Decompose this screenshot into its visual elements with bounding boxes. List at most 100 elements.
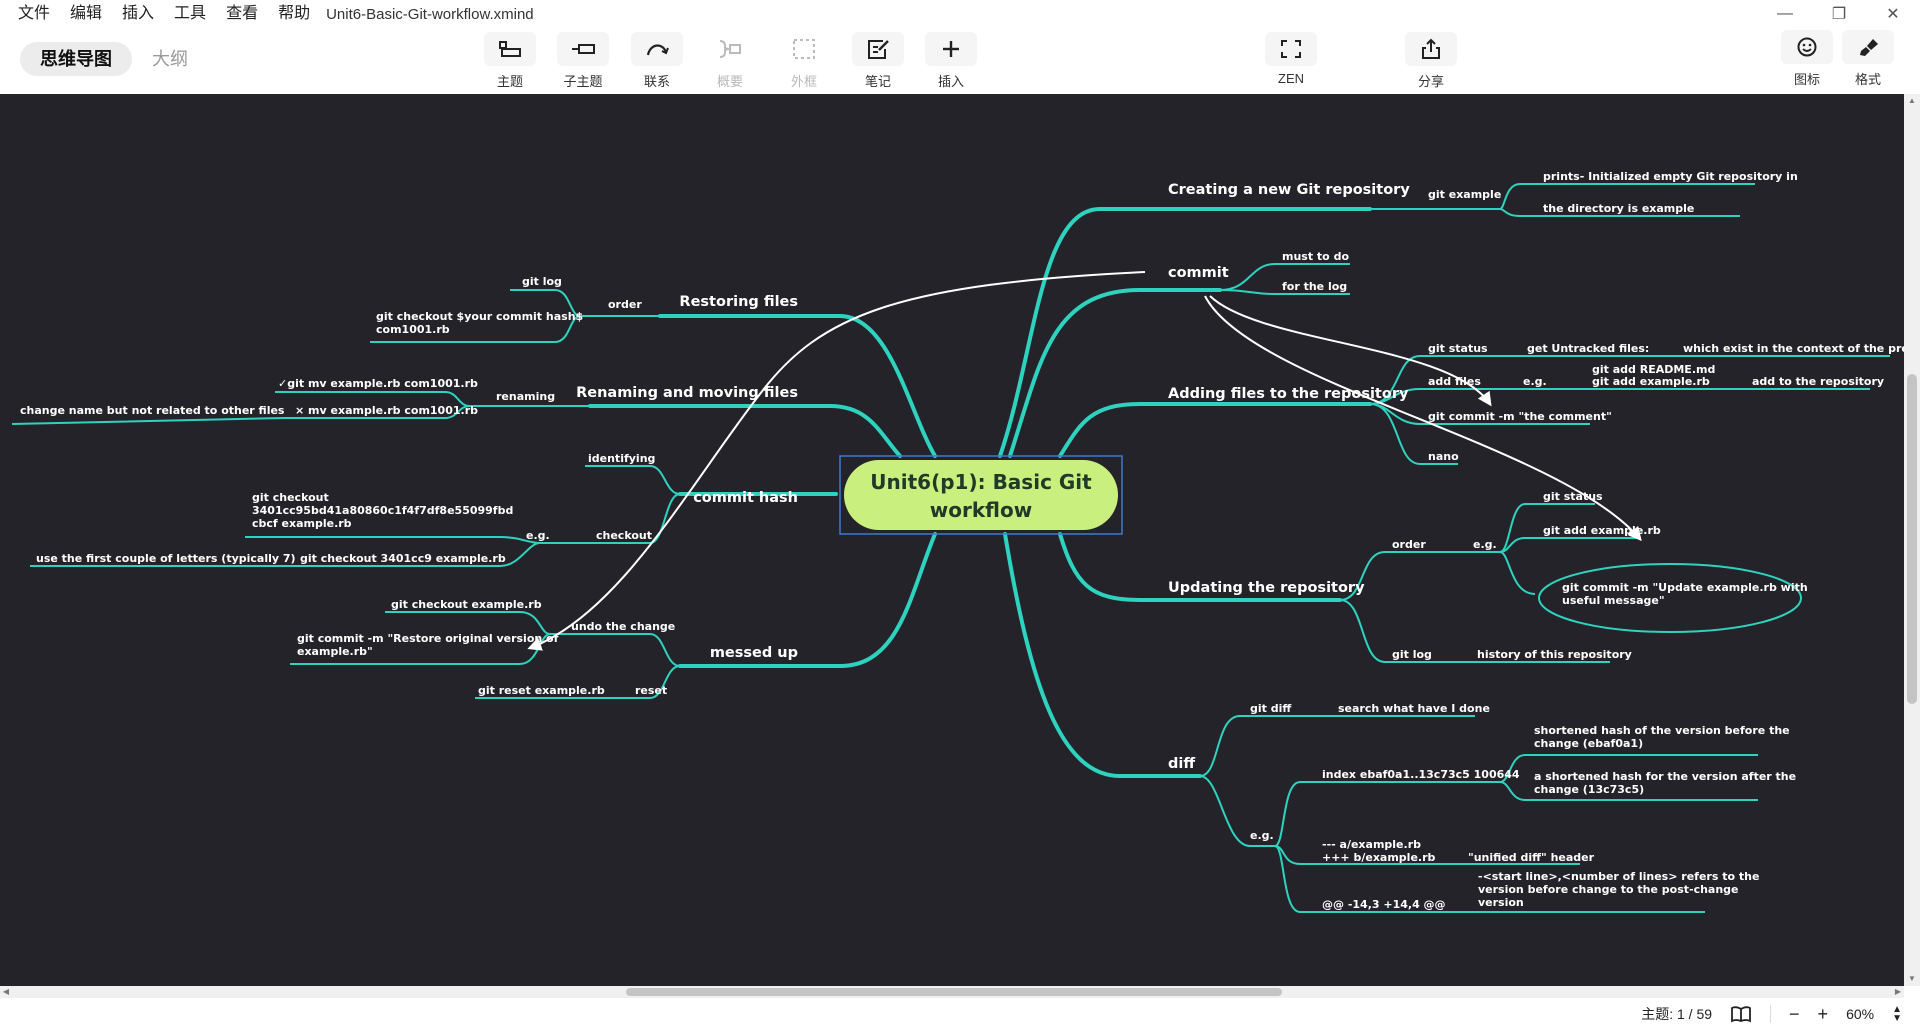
zoom-in-icon[interactable]: +	[1818, 1004, 1829, 1025]
node-git-status[interactable]: git status	[1428, 342, 1488, 355]
node-hash-long2[interactable]: 3401cc95bd41a80860c1f4f7df8e55099fbd	[252, 504, 513, 517]
vertical-scroll-thumb[interactable]	[1907, 374, 1917, 704]
node-reset-cmd[interactable]: git reset example.rb	[478, 684, 605, 697]
mindmap-canvas[interactable]: Unit6(p1): Basic Git workflow Creating a…	[0, 94, 1904, 986]
zoom-level[interactable]: 60%	[1846, 1006, 1874, 1022]
topic-commit-hash[interactable]: commit hash	[693, 490, 798, 506]
scroll-up-icon[interactable]: ▲	[1904, 94, 1920, 108]
menu-help[interactable]: 帮助	[268, 0, 320, 28]
node-index-after1[interactable]: a shortened hash for the version after t…	[1534, 770, 1796, 783]
topic-commit[interactable]: commit	[1168, 265, 1229, 281]
menu-edit[interactable]: 编辑	[60, 0, 112, 28]
note-button[interactable]: 笔记	[847, 32, 909, 94]
node-add-note[interactable]: add to the repository	[1752, 375, 1884, 388]
node-rename-good[interactable]: ✓git mv example.rb com1001.rb	[278, 377, 478, 390]
node-undo-1[interactable]: git checkout example.rb	[391, 598, 542, 611]
node-directory-example[interactable]: the directory is example	[1543, 202, 1694, 215]
icon-panel-button[interactable]: 图标	[1776, 30, 1838, 92]
node-prints-initialized[interactable]: prints- Initialized empty Git repository…	[1543, 170, 1798, 183]
subtopic-button[interactable]: 子主题	[552, 32, 614, 94]
node-restore-gitlog[interactable]: git log	[522, 275, 562, 288]
menu-file[interactable]: 文件	[0, 0, 60, 28]
zoom-stepper-icon[interactable]: ▲ ▼	[1892, 1005, 1902, 1024]
zen-button[interactable]: ZEN	[1260, 32, 1322, 94]
node-update-status[interactable]: git status	[1543, 490, 1603, 503]
node-renaming[interactable]: renaming	[496, 390, 555, 403]
node-hash-short[interactable]: git checkout 3401cc9 example.rb	[300, 552, 506, 565]
node-diff-b[interactable]: +++ b/example.rb	[1322, 851, 1436, 864]
node-git-diff[interactable]: git diff	[1250, 702, 1291, 715]
tab-mindmap[interactable]: 思维导图	[20, 42, 132, 76]
node-untracked-note[interactable]: which exist in the context of the projec…	[1683, 342, 1904, 355]
node-rename-bad[interactable]: × mv example.rb com1001.rb	[295, 404, 478, 417]
topic-renaming[interactable]: Renaming and moving files	[576, 385, 798, 401]
scroll-right-icon[interactable]: ▶	[1892, 986, 1904, 998]
node-add-eg[interactable]: e.g.	[1523, 375, 1547, 388]
vertical-scrollbar[interactable]: ▲ ▼	[1904, 94, 1920, 986]
zoom-out-icon[interactable]: −	[1789, 1004, 1800, 1025]
topic-adding[interactable]: Adding files to the repository	[1168, 386, 1409, 402]
restore-icon[interactable]: ❐	[1812, 0, 1866, 28]
node-update-commit2[interactable]: useful message"	[1562, 594, 1665, 607]
node-hunk-note2[interactable]: version before change to the post-change	[1478, 883, 1739, 896]
node-update-commit1[interactable]: git commit -m "Update example.rb with	[1562, 581, 1808, 594]
node-for-the-log[interactable]: for the log	[1282, 280, 1347, 293]
node-hash-short-note[interactable]: use the first couple of letters (typical…	[36, 552, 296, 565]
minimize-icon[interactable]: —	[1758, 0, 1812, 28]
tab-outline[interactable]: 大纲	[132, 42, 208, 76]
horizontal-scrollbar[interactable]: ◀ ▶	[0, 986, 1904, 998]
node-reset[interactable]: reset	[635, 684, 667, 697]
menu-tools[interactable]: 工具	[164, 0, 216, 28]
node-index-after2[interactable]: change (13c73c5)	[1534, 783, 1644, 796]
node-undo-2a[interactable]: git commit -m "Restore original version …	[297, 632, 559, 645]
node-git-diff-note[interactable]: search what have I done	[1338, 702, 1490, 715]
summary-button[interactable]: 概要	[699, 32, 761, 94]
relationship-button[interactable]: 联系	[626, 32, 688, 94]
node-checkout[interactable]: checkout	[596, 529, 652, 542]
node-update-gitlog-note[interactable]: history of this repository	[1477, 648, 1632, 661]
node-must-to-do[interactable]: must to do	[1282, 250, 1349, 263]
menu-insert[interactable]: 插入	[112, 0, 164, 28]
node-identifying[interactable]: identifying	[588, 452, 655, 465]
close-icon[interactable]: ✕	[1866, 0, 1920, 28]
node-hash-long1[interactable]: git checkout	[252, 491, 329, 504]
node-rename-bad-note[interactable]: change name but not related to other fil…	[20, 404, 285, 417]
horizontal-scroll-thumb[interactable]	[626, 988, 1282, 996]
node-undo[interactable]: undo the change	[571, 620, 675, 633]
node-hunk-note1[interactable]: -<start line>,<number of lines> refers t…	[1478, 870, 1759, 883]
share-button[interactable]: 分享	[1400, 32, 1462, 94]
node-hunk-note3[interactable]: version	[1478, 896, 1524, 909]
node-diff-eg[interactable]: e.g.	[1250, 829, 1274, 842]
node-nano[interactable]: nano	[1428, 450, 1459, 463]
node-restore-order[interactable]: order	[608, 298, 642, 311]
node-diff-hunk[interactable]: @@ -14,3 +14,4 @@	[1322, 898, 1446, 911]
topic-updating[interactable]: Updating the repository	[1168, 580, 1365, 596]
node-index-before2[interactable]: change (ebaf0a1)	[1534, 737, 1643, 750]
node-restore-checkout2[interactable]: com1001.rb	[376, 323, 450, 336]
node-update-gitlog[interactable]: git log	[1392, 648, 1432, 661]
menu-view[interactable]: 查看	[216, 0, 268, 28]
node-add-cmd2[interactable]: git add example.rb	[1592, 375, 1710, 388]
node-diff-ab-note[interactable]: "unified diff" header	[1468, 851, 1595, 864]
node-index-before1[interactable]: shortened hash of the version before the	[1534, 724, 1790, 737]
node-restore-checkout1[interactable]: git checkout $your commit hash$	[376, 310, 583, 323]
node-git-example[interactable]: git example	[1428, 188, 1501, 201]
scroll-down-icon[interactable]: ▼	[1904, 972, 1920, 986]
node-update-add[interactable]: git add example.rb	[1543, 524, 1661, 537]
topic-messed-up[interactable]: messed up	[710, 645, 798, 661]
topic-diff[interactable]: diff	[1168, 756, 1195, 772]
node-hash-long3[interactable]: cbcf example.rb	[252, 517, 352, 530]
node-hash-eg[interactable]: e.g.	[526, 529, 550, 542]
topic-button[interactable]: 主题	[479, 32, 541, 94]
topic-restoring[interactable]: Restoring files	[679, 294, 798, 310]
topic-creating[interactable]: Creating a new Git repository	[1168, 182, 1410, 198]
node-diff-index[interactable]: index ebaf0a1..13c73c5 100644	[1322, 768, 1520, 781]
book-icon[interactable]	[1730, 1005, 1752, 1023]
scroll-left-icon[interactable]: ◀	[0, 986, 12, 998]
node-diff-a[interactable]: --- a/example.rb	[1322, 838, 1421, 851]
node-undo-2b[interactable]: example.rb"	[297, 645, 373, 658]
insert-button[interactable]: 插入	[920, 32, 982, 94]
format-panel-button[interactable]: 格式	[1837, 30, 1899, 92]
node-update-eg[interactable]: e.g.	[1473, 538, 1497, 551]
node-add-files[interactable]: add files	[1428, 375, 1481, 388]
